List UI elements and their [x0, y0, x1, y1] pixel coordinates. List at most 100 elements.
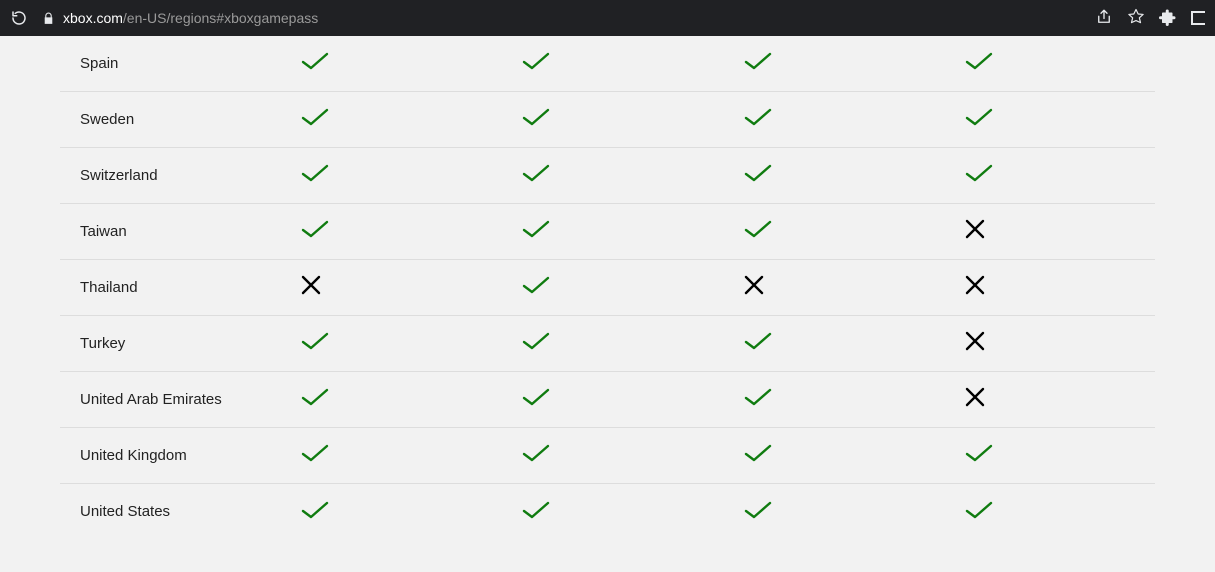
- check-icon: [300, 500, 330, 525]
- check-icon: [964, 500, 994, 525]
- check-icon: [300, 51, 330, 76]
- country-name: Thailand: [60, 278, 270, 298]
- check-icon: [743, 443, 773, 468]
- table-row: Switzerland: [60, 148, 1155, 204]
- table-row: Turkey: [60, 316, 1155, 372]
- availability-cell: [270, 274, 491, 301]
- cross-icon: [743, 274, 765, 301]
- share-icon[interactable]: [1095, 8, 1113, 29]
- country-name: Turkey: [60, 334, 270, 354]
- check-icon: [743, 163, 773, 188]
- check-icon: [521, 275, 551, 300]
- availability-cell: [713, 387, 934, 412]
- availability-cell: [270, 443, 491, 468]
- check-icon: [300, 163, 330, 188]
- regions-table: Spain Sweden Switzerland Taiwan Thailand Turk…: [0, 36, 1215, 540]
- check-icon: [521, 51, 551, 76]
- availability-cell: [934, 443, 1155, 468]
- availability-cell: [270, 387, 491, 412]
- url-path: /en-US/regions#xboxgamepass: [123, 10, 318, 26]
- table-row: United Kingdom: [60, 428, 1155, 484]
- availability-cell: [491, 387, 712, 412]
- availability-cell: [491, 107, 712, 132]
- availability-cell: [270, 219, 491, 244]
- availability-cell: [713, 51, 934, 76]
- check-icon: [521, 500, 551, 525]
- country-name: Spain: [60, 54, 270, 74]
- availability-cell: [270, 107, 491, 132]
- availability-cell: [491, 443, 712, 468]
- check-icon: [521, 107, 551, 132]
- check-icon: [743, 331, 773, 356]
- availability-cell: [491, 51, 712, 76]
- cross-icon: [964, 218, 986, 245]
- cross-icon: [964, 330, 986, 357]
- country-name: Switzerland: [60, 166, 270, 186]
- check-icon: [743, 500, 773, 525]
- table-row: Thailand: [60, 260, 1155, 316]
- check-icon: [300, 443, 330, 468]
- availability-cell: [270, 331, 491, 356]
- availability-cell: [713, 107, 934, 132]
- extensions-icon[interactable]: [1159, 8, 1177, 29]
- availability-cell: [491, 219, 712, 244]
- check-icon: [743, 387, 773, 412]
- country-name: United States: [60, 502, 270, 522]
- availability-cell: [934, 274, 1155, 301]
- address-bar: xbox.com/en-US/regions#xboxgamepass: [0, 0, 1215, 36]
- availability-cell: [270, 51, 491, 76]
- check-icon: [964, 163, 994, 188]
- availability-cell: [934, 218, 1155, 245]
- availability-cell: [270, 163, 491, 188]
- reload-icon[interactable]: [10, 9, 28, 27]
- check-icon: [300, 107, 330, 132]
- check-icon: [964, 443, 994, 468]
- availability-cell: [491, 163, 712, 188]
- check-icon: [521, 163, 551, 188]
- country-name: Taiwan: [60, 222, 270, 242]
- availability-cell: [934, 163, 1155, 188]
- availability-cell: [934, 330, 1155, 357]
- window-edge-icon: [1191, 11, 1205, 25]
- table-row: Spain: [60, 36, 1155, 92]
- table-row: United States: [60, 484, 1155, 540]
- check-icon: [300, 219, 330, 244]
- check-icon: [300, 387, 330, 412]
- table-row: United Arab Emirates: [60, 372, 1155, 428]
- availability-cell: [934, 386, 1155, 413]
- table-row: Taiwan: [60, 204, 1155, 260]
- availability-cell: [713, 274, 934, 301]
- check-icon: [743, 51, 773, 76]
- availability-cell: [713, 219, 934, 244]
- country-name: United Arab Emirates: [60, 390, 270, 410]
- availability-cell: [491, 275, 712, 300]
- availability-cell: [713, 331, 934, 356]
- availability-cell: [270, 500, 491, 525]
- availability-cell: [713, 500, 934, 525]
- lock-icon[interactable]: [42, 12, 55, 25]
- availability-cell: [491, 331, 712, 356]
- cross-icon: [964, 386, 986, 413]
- check-icon: [964, 107, 994, 132]
- check-icon: [743, 107, 773, 132]
- check-icon: [521, 387, 551, 412]
- availability-cell: [934, 500, 1155, 525]
- cross-icon: [300, 274, 322, 301]
- url-text[interactable]: xbox.com/en-US/regions#xboxgamepass: [63, 10, 1095, 26]
- table-row: Sweden: [60, 92, 1155, 148]
- availability-cell: [934, 107, 1155, 132]
- availability-cell: [713, 163, 934, 188]
- availability-cell: [713, 443, 934, 468]
- country-name: Sweden: [60, 110, 270, 130]
- check-icon: [300, 331, 330, 356]
- check-icon: [521, 219, 551, 244]
- check-icon: [521, 443, 551, 468]
- check-icon: [964, 51, 994, 76]
- url-host: xbox.com: [63, 10, 123, 26]
- cross-icon: [964, 274, 986, 301]
- availability-cell: [934, 51, 1155, 76]
- check-icon: [521, 331, 551, 356]
- availability-cell: [491, 500, 712, 525]
- country-name: United Kingdom: [60, 446, 270, 466]
- bookmark-star-icon[interactable]: [1127, 8, 1145, 29]
